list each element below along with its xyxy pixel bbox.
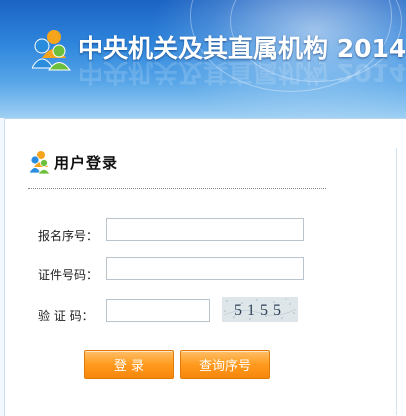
users-icon: [32, 30, 71, 71]
login-heading: 用户登录: [28, 149, 118, 175]
captcha-code: 5155: [234, 302, 286, 319]
captcha-label: 验 证 码：: [38, 309, 94, 323]
heading-divider: [28, 188, 326, 189]
panel-separator: [396, 148, 397, 415]
login-button[interactable]: 登 录: [84, 350, 174, 379]
captcha-image[interactable]: 5155: [222, 297, 298, 322]
header-banner: 中央机关及其直属机构 2014 年 中央机关及其直属机构 2014 年: [0, 0, 406, 118]
login-heading-text: 用户登录: [54, 153, 119, 172]
query-serial-button-label: 查询序号: [198, 359, 251, 374]
query-serial-button[interactable]: 查询序号: [180, 350, 270, 379]
id-no-label: 证件号码：: [38, 268, 99, 282]
users-icon: [28, 151, 51, 174]
id-no-input[interactable]: [106, 257, 304, 280]
banner-title-reflection: 中央机关及其直属机构 2014 年: [78, 58, 406, 87]
login-button-label: 登 录: [113, 359, 145, 374]
reg-no-label: 报名序号：: [38, 229, 99, 243]
reg-no-input[interactable]: [106, 218, 304, 241]
captcha-input[interactable]: [106, 299, 210, 322]
